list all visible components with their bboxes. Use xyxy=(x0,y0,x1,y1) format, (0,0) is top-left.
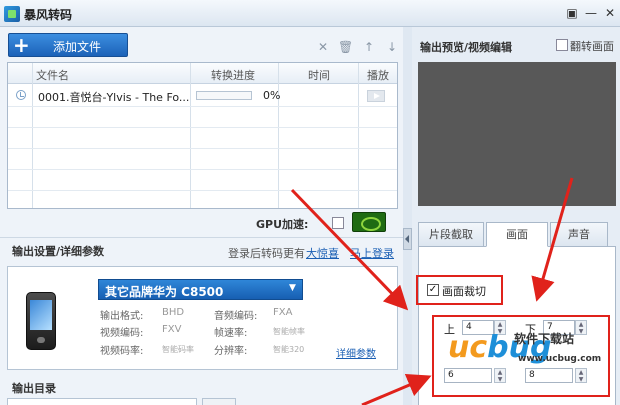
device-select[interactable]: 其它品牌 华为 C8500 ▼ xyxy=(98,279,303,300)
progress-percent: 0% xyxy=(263,89,281,102)
login-promo-text: 登录后转码更有 xyxy=(228,247,305,260)
minimize-button[interactable]: — xyxy=(583,6,599,20)
output-dir-title: 输出目录 xyxy=(12,382,56,395)
tab-sound[interactable]: 声音 xyxy=(550,222,608,247)
param-label: 输出格式: xyxy=(100,311,144,322)
file-name-cell: 0001.音悦台-Ylvis - The Fo... xyxy=(38,91,190,104)
phone-image xyxy=(26,292,56,350)
row-divider xyxy=(8,169,397,170)
param-label: 分辨率: xyxy=(214,346,248,357)
param-value: 智能码率 xyxy=(162,345,194,354)
close-button[interactable]: ✕ xyxy=(602,6,618,20)
progress-bar xyxy=(196,91,252,100)
arrow-up-icon[interactable]: ↑ xyxy=(362,40,376,54)
column-header-progress[interactable]: 转换进度 xyxy=(211,67,255,83)
surprise-link[interactable]: 大惊喜 xyxy=(306,245,339,261)
settings-title: 输出设置/详细参数 xyxy=(12,245,105,258)
table-row[interactable]: 0001.音悦台-Ylvis - The Fo... 0% xyxy=(8,85,397,106)
nvidia-logo-icon xyxy=(352,212,386,232)
chevron-down-icon: ▼ xyxy=(289,283,296,293)
flip-checkbox[interactable] xyxy=(556,39,568,51)
app-logo-icon xyxy=(4,6,20,22)
row-divider xyxy=(8,106,397,107)
title-bar xyxy=(0,0,620,27)
param-value: BHD xyxy=(162,307,185,318)
row-divider xyxy=(8,148,397,149)
collapse-handle[interactable] xyxy=(403,228,412,250)
param-value: FXV xyxy=(162,324,182,335)
file-table: 文件名 转换进度 时间 播放 0001.音悦台-Ylvis - The Fo..… xyxy=(7,62,398,209)
close-icon[interactable]: ✕ xyxy=(316,40,330,54)
menu-button[interactable]: ▣ xyxy=(564,6,580,20)
column-header-filename[interactable]: 文件名 xyxy=(36,67,69,83)
login-link[interactable]: 马上登录 xyxy=(350,245,394,261)
flip-label: 翻转画面 xyxy=(570,40,614,53)
annotation-box xyxy=(416,275,503,305)
browse-button[interactable] xyxy=(202,398,236,405)
tab-picture[interactable]: 画面 xyxy=(486,222,548,247)
add-file-button[interactable]: + 添加文件 xyxy=(8,33,128,57)
video-preview xyxy=(418,62,616,206)
param-value: 智能320 xyxy=(273,345,305,354)
play-icon[interactable] xyxy=(367,90,385,102)
watermark-url: www.ucbug.com xyxy=(518,354,602,364)
detail-params-link[interactable]: 详细参数 xyxy=(336,345,376,360)
window-title: 暴风转码 xyxy=(24,8,73,22)
row-divider xyxy=(8,190,397,191)
gpu-label: GPU加速: xyxy=(256,218,309,231)
tab-clip[interactable]: 片段截取 xyxy=(418,222,484,247)
param-label: 视频编码: xyxy=(100,328,144,339)
device-brand: 其它品牌 xyxy=(105,285,154,299)
add-file-label: 添加文件 xyxy=(53,40,102,54)
preview-title: 输出预览/视频编辑 xyxy=(420,41,513,54)
row-divider xyxy=(8,127,397,128)
clock-icon xyxy=(16,90,26,100)
watermark-subtitle: 软件下载站 xyxy=(514,332,575,346)
table-header: 文件名 转换进度 时间 播放 xyxy=(8,63,397,84)
arrow-down-icon[interactable]: ↓ xyxy=(385,40,399,54)
param-label: 帧速率: xyxy=(214,328,248,339)
param-label: 视频码率: xyxy=(100,346,144,357)
column-header-play[interactable]: 播放 xyxy=(367,67,389,83)
param-value: FXA xyxy=(273,307,293,318)
plus-icon: + xyxy=(13,33,30,57)
gpu-checkbox[interactable] xyxy=(332,217,344,229)
param-label: 音频编码: xyxy=(214,311,258,322)
column-header-time[interactable]: 时间 xyxy=(308,67,330,83)
device-model: 华为 C8500 xyxy=(153,285,224,299)
trash-icon[interactable]: 🗑 xyxy=(338,40,353,54)
output-dir-input[interactable] xyxy=(7,398,197,405)
param-value: 智能帧率 xyxy=(273,327,305,336)
